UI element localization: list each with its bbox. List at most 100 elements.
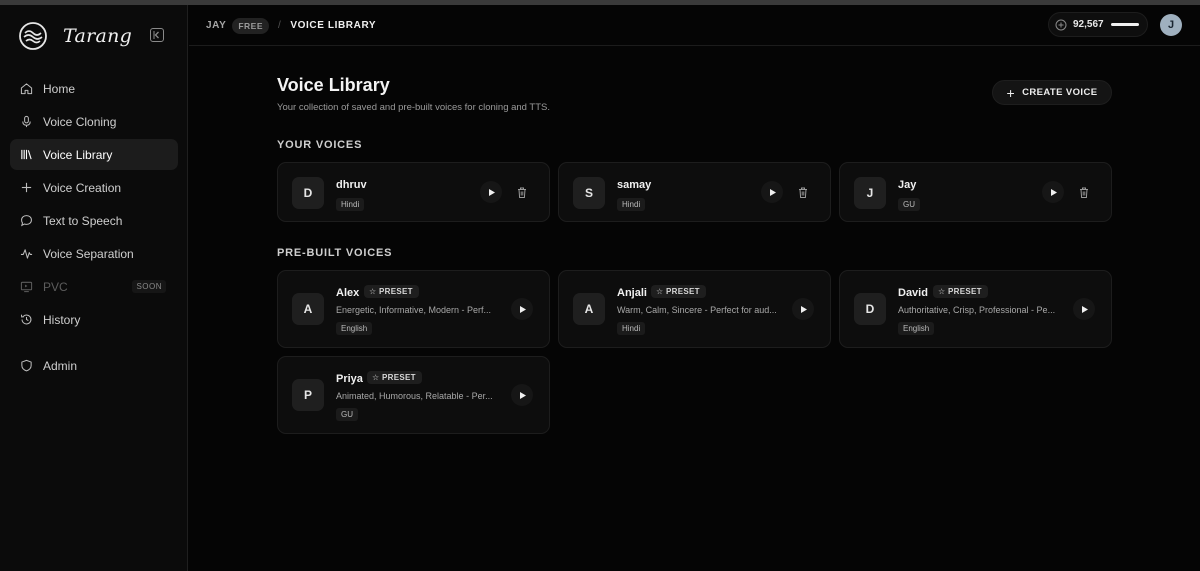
tarang-logo-icon	[19, 22, 47, 50]
preset-badge-label: PRESET	[382, 373, 416, 382]
play-icon	[488, 188, 495, 196]
credits-balance[interactable]: 92,567	[1048, 12, 1148, 37]
voice-initial: P	[292, 379, 324, 411]
play-button[interactable]	[792, 298, 814, 320]
play-icon	[800, 305, 807, 313]
voice-card[interactable]: D dhruv Hindi	[277, 162, 550, 222]
voice-initial: S	[573, 177, 605, 209]
play-button[interactable]	[761, 181, 783, 203]
sidebar-nav: Home Voice Cloning Voice Library Voice C…	[10, 73, 178, 383]
brand[interactable]: Tarang	[18, 21, 132, 51]
create-voice-button[interactable]: + CREATE VOICE	[992, 80, 1112, 105]
voice-card[interactable]: S samay Hindi	[558, 162, 831, 222]
prebuilt-voices-heading: PRE-BUILT VOICES	[277, 247, 393, 259]
library-icon	[21, 149, 32, 160]
preset-voice-card[interactable]: A Alex ☆ PRESET Energetic, Informative, …	[277, 270, 550, 348]
sidebar-item-home[interactable]: Home	[10, 73, 178, 104]
preset-badge: ☆ PRESET	[933, 285, 988, 298]
voice-language-tag: GU	[898, 198, 920, 211]
history-icon	[20, 314, 32, 325]
sidebar-item-admin[interactable]: Admin	[10, 350, 178, 381]
mic-icon	[22, 115, 31, 128]
plus-icon: +	[1006, 84, 1016, 101]
preset-voice-card[interactable]: D David ☆ PRESET Authoritative, Crisp, P…	[839, 270, 1112, 348]
home-icon	[20, 83, 33, 95]
star-icon: ☆	[372, 373, 382, 382]
collapse-sidebar-icon[interactable]	[150, 28, 164, 42]
your-voices-heading: YOUR VOICES	[277, 139, 363, 151]
preset-voice-card[interactable]: A Anjali ☆ PRESET Warm, Calm, Sincere - …	[558, 270, 831, 348]
breadcrumb: JAY FREE / VOICE LIBRARY	[206, 5, 376, 46]
avatar[interactable]: J	[1160, 14, 1182, 36]
voice-language-tag: Hindi	[617, 322, 646, 335]
preset-badge-label: PRESET	[666, 287, 700, 296]
page-title: Voice Library	[277, 75, 390, 95]
play-button[interactable]	[1073, 298, 1095, 320]
sidebar-item-voice-cloning[interactable]: Voice Cloning	[10, 106, 178, 137]
play-icon	[519, 391, 526, 399]
breadcrumb-user[interactable]: JAY	[206, 20, 226, 31]
sidebar-item-label: History	[43, 312, 81, 327]
sidebar-item-voice-creation[interactable]: Voice Creation	[10, 172, 178, 203]
voice-initial: D	[854, 293, 886, 325]
play-button[interactable]	[511, 384, 533, 406]
page-subtitle: Your collection of saved and pre-built v…	[277, 102, 551, 113]
preset-badge: ☆ PRESET	[364, 285, 419, 298]
preset-voice-card[interactable]: P Priya ☆ PRESET Animated, Humorous, Rel…	[277, 356, 550, 434]
voice-name: Anjali	[617, 287, 647, 299]
soon-badge: SOON	[132, 280, 166, 293]
plus-icon	[21, 182, 32, 193]
sidebar-item-voice-library[interactable]: Voice Library	[10, 139, 178, 170]
star-icon: ☆	[369, 287, 379, 296]
trash-icon[interactable]	[1078, 186, 1090, 199]
sidebar-item-label: PVC	[43, 279, 68, 294]
plan-badge: FREE	[232, 17, 270, 34]
voice-name: Jay	[898, 179, 917, 191]
voice-initial: A	[292, 293, 324, 325]
trash-icon[interactable]	[516, 186, 528, 199]
sidebar-item-history[interactable]: History	[10, 304, 178, 335]
voice-language-tag: English	[898, 322, 935, 335]
credits-plus-icon	[1055, 19, 1067, 30]
play-icon	[1081, 305, 1088, 313]
sidebar-item-voice-separation[interactable]: Voice Separation	[10, 238, 178, 269]
top-header: JAY FREE / VOICE LIBRARY 92,567 J	[189, 5, 1200, 46]
sidebar-item-label: Admin	[43, 358, 78, 373]
play-icon	[769, 188, 776, 196]
breadcrumb-separator: /	[278, 20, 282, 31]
sidebar: Tarang Home Voice Cloning Voice Library …	[0, 5, 188, 571]
voice-description: Energetic, Informative, Modern - Perf...	[336, 305, 492, 315]
credits-bar	[1110, 23, 1139, 26]
voice-name: Priya	[336, 373, 363, 385]
voice-name: samay	[617, 179, 652, 191]
voice-initial: D	[292, 177, 324, 209]
voice-language-tag: Hindi	[617, 198, 646, 211]
waveform-icon	[20, 249, 33, 259]
voice-name: David	[898, 287, 928, 299]
shield-icon	[21, 359, 32, 372]
sidebar-item-label: Voice Separation	[43, 246, 134, 261]
trash-icon[interactable]	[797, 186, 809, 199]
breadcrumb-current-page: VOICE LIBRARY	[290, 20, 377, 31]
play-button[interactable]	[511, 298, 533, 320]
voice-description: Animated, Humorous, Relatable - Per...	[336, 391, 493, 401]
preset-badge-label: PRESET	[948, 287, 982, 296]
voice-language-tag: GU	[336, 408, 358, 421]
play-button[interactable]	[1042, 181, 1064, 203]
voice-card[interactable]: J Jay GU	[839, 162, 1112, 222]
voice-description: Warm, Calm, Sincere - Perfect for aud...	[617, 305, 777, 315]
speech-bubble-icon	[21, 215, 32, 227]
preset-badge: ☆ PRESET	[367, 371, 422, 384]
play-icon	[1050, 188, 1057, 196]
sidebar-item-text-to-speech[interactable]: Text to Speech	[10, 205, 178, 236]
star-icon: ☆	[938, 287, 948, 296]
play-button[interactable]	[480, 181, 502, 203]
brand-name: Tarang	[63, 25, 133, 47]
sidebar-item-label: Voice Cloning	[43, 114, 117, 129]
sidebar-item-label: Voice Library	[43, 147, 113, 162]
sidebar-item-pvc: PVC SOON	[10, 271, 178, 302]
play-icon	[519, 305, 526, 313]
voice-language-tag: English	[336, 322, 373, 335]
sidebar-item-label: Voice Creation	[43, 180, 122, 195]
